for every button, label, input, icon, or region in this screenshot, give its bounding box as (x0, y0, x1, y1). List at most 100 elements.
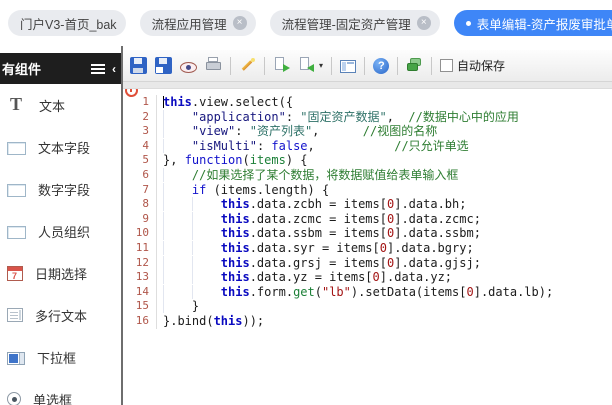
code-line: 11 this.data.syr = items[0].data.bgry; (123, 240, 612, 256)
line-number: 7 (123, 182, 157, 198)
code-token: .data.ssbm = items[ (249, 226, 387, 241)
code-token (163, 226, 221, 241)
line-number: 9 (123, 211, 157, 227)
code-line: 1 this.view.select({ (123, 95, 612, 110)
help-icon[interactable] (373, 57, 390, 74)
code-token (163, 167, 192, 182)
code-line: 10 this.data.ssbm = items[0].data.ssbm; (123, 226, 612, 241)
save-as-icon[interactable] (155, 57, 172, 74)
code-token: .data.syr = items[ (249, 240, 380, 255)
sidebar-item[interactable]: 文本字段 (0, 126, 121, 168)
code-text: "application": "固定资产数据", //数据中心中的应用 (163, 109, 519, 125)
editor-toolbar: ▾ 自动保存 (123, 50, 612, 82)
code-token: ( (242, 153, 250, 168)
code-line: 14 this.form.get("lb").setData(items[0].… (123, 284, 612, 300)
code-token: .data.yz = items[ (249, 270, 373, 285)
code-text: this.data.zcmc = items[0].data.zcmc; (163, 211, 481, 227)
code-token: this (163, 95, 192, 109)
code-line: 9 this.data.zcmc = items[0].data.zcmc; (123, 211, 612, 227)
code-token: : (285, 109, 301, 124)
tab[interactable]: 流程管理-固定资产管理 × (269, 10, 440, 36)
code-editor[interactable]: 1 this.view.select({2 "application": "固定资… (123, 89, 612, 405)
preview-icon[interactable] (180, 61, 197, 73)
print-icon[interactable] (205, 57, 222, 74)
code-token: ].data.bh; (394, 197, 467, 212)
code-token: .view.select({ (191, 95, 294, 109)
code-token (163, 255, 221, 270)
line-number: 3 (123, 124, 157, 139)
code-token: this (220, 226, 250, 241)
line-number: 14 (123, 284, 157, 300)
code-line: 2 "application": "固定资产数据", //数据中心中的应用 (123, 109, 612, 125)
sidebar-header: 有组件 ‹ (0, 53, 121, 84)
format-wand-icon[interactable] (239, 57, 256, 74)
component-label: 多行文本 (35, 308, 88, 324)
content-area: 有组件 ‹ 文本文本字段数字字段人员组织日期选择多行文本下拉框单选框 ▾ 自动保存… (0, 46, 612, 405)
code-line: 16}.bind(this)); (123, 313, 612, 329)
tab[interactable]: 门户V3-首页_bak (8, 10, 126, 36)
code-token: ].data.zcmc; (394, 211, 481, 226)
unsaved-dot-icon (465, 20, 471, 26)
code-token: //视图的名称 (362, 124, 438, 139)
layout-panel-icon[interactable] (340, 60, 357, 73)
save-icon[interactable] (130, 57, 147, 74)
sidebar-item[interactable]: 下拉框 (0, 336, 121, 378)
code-line: 3 "view": "资产列表", //视图的名称 (123, 124, 612, 139)
line-number: 1 (123, 95, 157, 110)
autosave-checkbox[interactable] (440, 59, 454, 72)
tab-close-icon[interactable]: × (416, 16, 431, 30)
code-token: ].data.yz; (379, 270, 453, 285)
code-token: "isMulti" (191, 138, 257, 153)
sidebar-item[interactable]: 数字字段 (0, 168, 121, 210)
toolbar-separator (264, 56, 265, 75)
tab-active[interactable]: 表单编辑-资产报废审批单× (453, 10, 612, 36)
component-label: 文本 (39, 98, 66, 114)
toolbar-separator (431, 56, 433, 75)
code-line: 7 if (items.length) { (123, 182, 612, 198)
code-token: function (184, 153, 243, 168)
code-token: "application" (191, 109, 286, 124)
code-text: if (items.length) { (163, 182, 329, 198)
line-number: 5 (123, 153, 157, 168)
sidebar-item[interactable]: 日期选择 (0, 252, 121, 294)
dropdown-caret-icon[interactable]: ▾ (319, 61, 323, 70)
component-label: 文本字段 (38, 140, 91, 156)
tab[interactable]: 流程应用管理 × (139, 10, 256, 36)
import-icon[interactable] (298, 57, 315, 74)
collapse-icon[interactable]: ‹ (112, 63, 116, 75)
line-number: 6 (123, 167, 157, 183)
code-text: "view": "资产列表", //视图的名称 (163, 124, 437, 139)
autosave-label: 自动保存 (457, 59, 506, 73)
code-token: this (220, 240, 250, 255)
code-token: )); (242, 313, 265, 328)
code-token (163, 284, 221, 299)
code-token: .data.grsj = items[ (249, 255, 387, 270)
sidebar-item[interactable]: 人员组织 (0, 210, 121, 252)
tab-close-icon[interactable]: × (232, 16, 247, 30)
autosave-toggle[interactable]: 自动保存 (440, 57, 505, 74)
line-number: 13 (123, 270, 157, 285)
code-line: 5}, function(items) { (123, 153, 612, 168)
sidebar-item[interactable]: 单选框 (0, 378, 121, 405)
components-sidebar: 有组件 ‹ 文本文本字段数字字段人员组织日期选择多行文本下拉框单选框 (0, 46, 123, 405)
code-token: .form. (249, 284, 294, 299)
code-text: this.data.syr = items[0].data.bgry; (163, 240, 474, 256)
line-number: 2 (123, 109, 157, 125)
hamburger-icon[interactable] (91, 63, 105, 74)
dropdown-icon (7, 351, 25, 365)
sidebar-item[interactable]: 多行文本 (0, 294, 121, 336)
people-org-icon (7, 225, 26, 239)
code-text: this.data.ssbm = items[0].data.ssbm; (163, 226, 481, 241)
code-token (163, 270, 221, 285)
code-token: }, (163, 153, 185, 168)
export-icon[interactable] (273, 57, 290, 74)
sidebar-item[interactable]: 文本 (0, 84, 121, 126)
code-token: ( (314, 284, 322, 299)
code-token: this (220, 211, 250, 226)
tab-label: 流程应用管理 (151, 17, 227, 32)
layers-icon[interactable] (406, 57, 423, 74)
code-token: , (307, 138, 395, 153)
line-number: 11 (123, 240, 157, 256)
code-text: //如果选择了某个数据，将数据赋值给表单输入框 (163, 167, 458, 183)
code-text: this.data.zcbh = items[0].data.bh; (163, 197, 466, 212)
